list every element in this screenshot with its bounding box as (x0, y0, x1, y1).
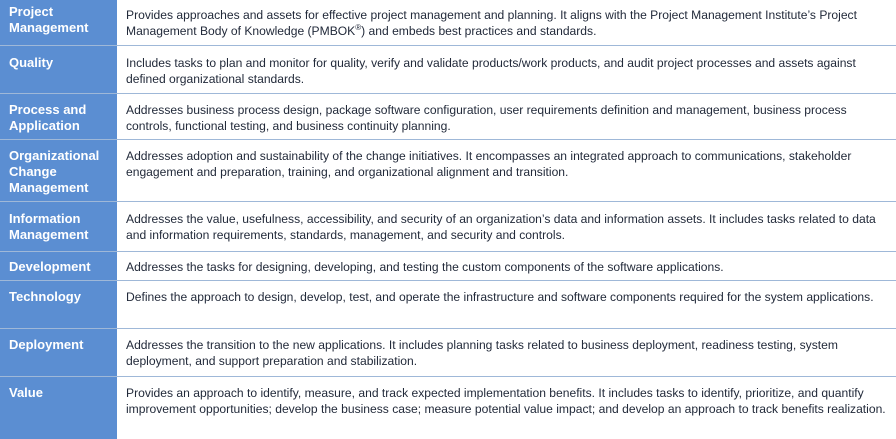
methodology-table: Project Management Provides approaches a… (0, 0, 896, 439)
row-project-management: Project Management Provides approaches a… (0, 0, 896, 46)
row-information-management: Information Management Addresses the val… (0, 202, 896, 252)
row-description-information-management: Addresses the value, usefulness, accessi… (126, 212, 876, 242)
row-description-text-b: ) and embeds best practices and standard… (361, 24, 597, 38)
row-description-technology: Defines the approach to design, develop,… (126, 290, 874, 304)
row-description-project-management: Provides approaches and assets for effec… (117, 0, 896, 45)
row-description-development: Addresses the tasks for designing, devel… (126, 260, 724, 274)
row-label-process-and-application: Process and Application (0, 94, 117, 139)
row-description-deployment: Addresses the transition to the new appl… (126, 338, 838, 368)
row-label-project-management: Project Management (0, 0, 117, 45)
row-deployment: Deployment Addresses the transition to t… (0, 329, 896, 377)
row-development: Development Addresses the tasks for desi… (0, 252, 896, 281)
row-description-value: Provides an approach to identify, measur… (126, 386, 886, 416)
row-description-process-and-application: Addresses business process design, packa… (126, 103, 847, 133)
row-label-technology: Technology (0, 281, 117, 328)
row-value: Value Provides an approach to identify, … (0, 377, 896, 439)
row-description-organizational-change-management: Addresses adoption and sustainability of… (126, 149, 852, 179)
row-label-development: Development (0, 252, 117, 280)
row-label-deployment: Deployment (0, 329, 117, 376)
row-label-information-management: Information Management (0, 202, 117, 251)
row-label-organizational-change-management: Organizational Change Management (0, 140, 117, 201)
row-label-value: Value (0, 377, 117, 439)
row-label-quality: Quality (0, 46, 117, 93)
row-process-and-application: Process and Application Addresses busine… (0, 94, 896, 140)
row-description-quality: Includes tasks to plan and monitor for q… (126, 56, 856, 86)
row-quality: Quality Includes tasks to plan and monit… (0, 46, 896, 94)
row-organizational-change-management: Organizational Change Management Address… (0, 140, 896, 202)
row-technology: Technology Defines the approach to desig… (0, 281, 896, 329)
